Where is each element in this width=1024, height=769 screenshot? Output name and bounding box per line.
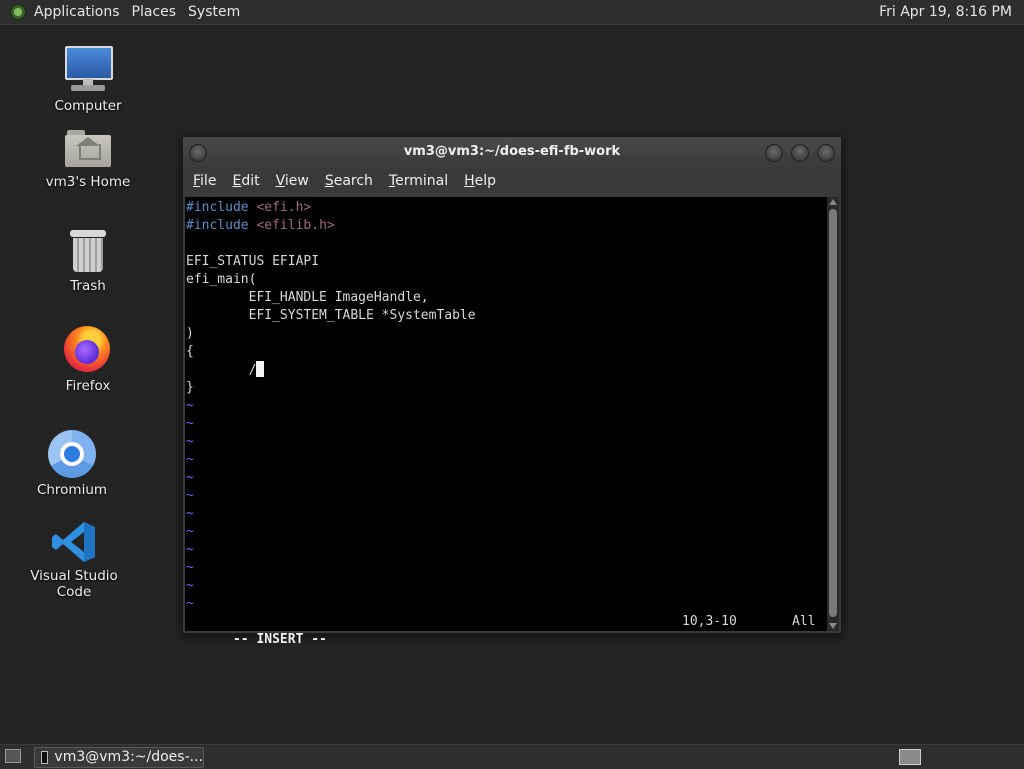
show-desktop-icon[interactable] (5, 749, 21, 763)
code-line-5: efi_main( (186, 272, 257, 287)
terminal-scrollbar[interactable] (827, 197, 839, 631)
desktop-icon-label: Firefox (65, 378, 111, 394)
desktop-icon-firefox[interactable]: Firefox (28, 326, 148, 394)
empty-line-tilde: ~ (186, 542, 194, 557)
menu-view[interactable]: View (268, 173, 317, 189)
taskbar-button-label: vm3@vm3:~/does-... (54, 749, 203, 765)
window-titlebar[interactable]: vm3@vm3:~/does-efi-fb-work (183, 137, 841, 167)
desktop-icon-chromium[interactable]: Chromium (12, 430, 132, 498)
empty-line-tilde: ~ (186, 560, 194, 575)
minimize-icon[interactable] (765, 144, 783, 162)
empty-line-tilde: ~ (186, 398, 194, 413)
code-line-4: EFI_STATUS EFIAPI (186, 254, 320, 269)
code-line-2: #include <efilib.h> (186, 218, 335, 233)
workspace-switcher[interactable] (899, 749, 921, 765)
scroll-up-icon[interactable] (829, 199, 837, 205)
places-menu[interactable]: Places (126, 0, 183, 24)
desktop-icon-label: Computer (54, 98, 122, 114)
terminal-content[interactable]: #include <efi.h> #include <efilib.h> EFI… (185, 197, 827, 647)
clock[interactable]: Fri Apr 19, 8:16 PM (879, 0, 1012, 24)
code-line-9: { (186, 344, 194, 359)
empty-line-tilde: ~ (186, 596, 194, 611)
terminal-menubar: File Edit View Search Terminal Help (183, 167, 841, 195)
terminal-icon (41, 751, 49, 764)
empty-line-tilde: ~ (186, 434, 194, 449)
code-line-6: EFI_HANDLE ImageHandle, (186, 290, 429, 305)
system-menu[interactable]: System (182, 0, 246, 24)
chromium-icon (48, 430, 96, 478)
computer-icon (63, 44, 113, 94)
home-folder-icon (65, 128, 111, 170)
empty-line-tilde: ~ (186, 578, 194, 593)
code-line-7: EFI_SYSTEM_TABLE *SystemTable (186, 308, 476, 323)
code-line-10: / (186, 361, 265, 379)
scrollbar-thumb[interactable] (829, 209, 837, 617)
vim-statusline: -- INSERT -- 10,3-10 All (186, 613, 826, 647)
menu-terminal[interactable]: Terminal (381, 173, 456, 189)
window-menu-icon[interactable] (189, 144, 207, 162)
empty-line-tilde: ~ (186, 524, 194, 539)
menu-help[interactable]: Help (456, 173, 504, 189)
applications-logo-icon[interactable] (10, 4, 26, 20)
desktop-icon-trash[interactable]: Trash (28, 228, 148, 294)
window-title: vm3@vm3:~/does-efi-fb-work (403, 144, 621, 159)
scroll-position: All (792, 614, 816, 629)
cursor-position: 10,3-10 (682, 614, 737, 629)
code-line-11: } (186, 380, 194, 395)
menu-file[interactable]: File (183, 173, 224, 189)
empty-line-tilde: ~ (186, 506, 194, 521)
code-line-1: #include <efi.h> (186, 200, 312, 215)
vscode-icon (51, 520, 97, 564)
vim-mode-indicator: -- INSERT -- (232, 632, 327, 647)
desktop-icon-home[interactable]: vm3's Home (28, 128, 148, 190)
taskbar-terminal-button[interactable]: vm3@vm3:~/does-... (34, 747, 204, 768)
bottom-panel: vm3@vm3:~/does-... (0, 744, 1024, 769)
scroll-down-icon[interactable] (829, 623, 837, 629)
menu-edit[interactable]: Edit (224, 173, 267, 189)
desktop-icon-label: Chromium (36, 482, 108, 498)
firefox-icon (64, 326, 112, 374)
desktop-icon-label: Trash (70, 278, 106, 294)
empty-line-tilde: ~ (186, 488, 194, 503)
code-line-8: ) (186, 326, 194, 341)
desktop-icon-vscode[interactable]: Visual Studio Code (14, 520, 134, 600)
empty-line-tilde: ~ (186, 470, 194, 485)
desktop-icon-label: Visual Studio Code (30, 568, 118, 600)
menu-search[interactable]: Search (317, 173, 381, 189)
desktop-icon-computer[interactable]: Computer (28, 44, 148, 114)
maximize-icon[interactable] (791, 144, 809, 162)
empty-line-tilde: ~ (186, 452, 194, 467)
desktop-icon-label: vm3's Home (45, 174, 131, 190)
trash-icon (68, 228, 108, 274)
text-cursor (256, 361, 265, 377)
close-icon[interactable] (817, 144, 835, 162)
top-panel: Applications Places System Fri Apr 19, 8… (0, 0, 1024, 25)
terminal-window: vm3@vm3:~/does-efi-fb-work File Edit Vie… (182, 136, 842, 647)
empty-line-tilde: ~ (186, 416, 194, 431)
applications-menu[interactable]: Applications (28, 0, 126, 24)
